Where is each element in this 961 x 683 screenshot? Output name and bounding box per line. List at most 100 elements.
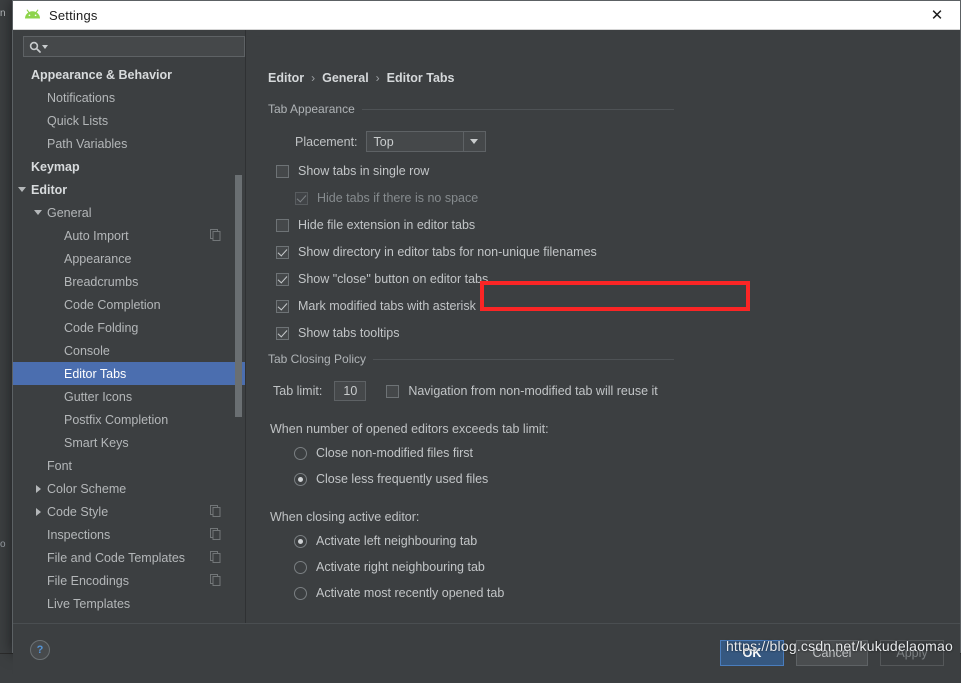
apply-button[interactable]: Apply — [880, 640, 944, 666]
sidebar-item-label: Code Folding — [64, 321, 138, 335]
checkbox-hide-file-extension-in-editor-tabs[interactable]: Hide file extension in editor tabs — [276, 218, 674, 232]
checkbox-box[interactable] — [276, 246, 289, 259]
sidebar-item-path-variables[interactable]: Path Variables — [13, 132, 245, 155]
project-settings-icon — [210, 574, 221, 586]
radio-button[interactable] — [294, 447, 307, 460]
sidebar-item-postfix-completion[interactable]: Postfix Completion — [13, 408, 245, 431]
checkbox-box[interactable] — [276, 219, 289, 232]
navigation-reuse-checkbox[interactable]: Navigation from non-modified tab will re… — [386, 384, 657, 398]
breadcrumb-part-editor-tabs: Editor Tabs — [387, 71, 455, 85]
dialog-body: Appearance & Behavior Notifications Quick … — [13, 30, 960, 623]
sidebar-item-label: File Encodings — [47, 574, 129, 588]
sidebar-item-inspections[interactable]: Inspections — [13, 523, 245, 546]
dialog-titlebar: Settings ✕ — [13, 1, 960, 30]
checkbox-box[interactable] — [276, 300, 289, 313]
radio-activate-most-recently-opened-tab[interactable]: Activate most recently opened tab — [294, 586, 674, 600]
close-icon[interactable]: ✕ — [914, 1, 960, 29]
sidebar-item-font[interactable]: Font — [13, 454, 245, 477]
checkbox-show-tabs-in-single-row[interactable]: Show tabs in single row — [276, 164, 674, 178]
checkbox-box[interactable] — [276, 327, 289, 340]
cancel-button[interactable]: Cancel — [796, 640, 868, 666]
sidebar-item-auto-import[interactable]: Auto Import — [13, 224, 245, 247]
radio-activate-right-neighbouring-tab[interactable]: Activate right neighbouring tab — [294, 560, 674, 574]
dialog-title: Settings — [49, 8, 98, 23]
sidebar-item-label: Smart Keys — [64, 436, 129, 450]
tab-limit-input[interactable] — [334, 381, 366, 401]
radio-button[interactable] — [294, 535, 307, 548]
search-icon — [29, 41, 41, 53]
checkbox-show-tabs-tooltips[interactable]: Show tabs tooltips — [276, 326, 674, 340]
chevron-down-icon[interactable] — [463, 132, 485, 151]
radio-button[interactable] — [294, 587, 307, 600]
chevron-down-icon[interactable] — [16, 178, 28, 201]
breadcrumb-part-general[interactable]: General — [322, 71, 369, 85]
navigation-reuse-checkbox-box[interactable] — [386, 385, 399, 398]
checkbox-hide-tabs-if-there-is-no-space: Hide tabs if there is no space — [295, 191, 674, 205]
sidebar-item-label: Color Scheme — [47, 482, 126, 496]
checkbox-label: Show "close" button on editor tabs — [298, 272, 488, 286]
search-dropdown-caret-icon[interactable] — [42, 45, 48, 49]
settings-tree[interactable]: Appearance & Behavior Notifications Quick … — [13, 63, 245, 623]
sidebar-item-live-templates[interactable]: Live Templates — [13, 592, 245, 615]
settings-detail-pane: Editor › General › Editor Tabs Tab Appea… — [246, 30, 960, 623]
radio-button[interactable] — [294, 561, 307, 574]
sidebar-item-smart-keys[interactable]: Smart Keys — [13, 431, 245, 454]
search-box[interactable] — [23, 36, 245, 57]
radio-button[interactable] — [294, 473, 307, 486]
radio-close-non-modified-files-first[interactable]: Close non-modified files first — [294, 446, 674, 460]
sidebar-item-label: General — [47, 206, 91, 220]
sidebar-scrollbar-thumb[interactable] — [235, 175, 242, 417]
tab-limit-row: Tab limit: Navigation from non-modified … — [273, 381, 674, 401]
checkbox-box[interactable] — [276, 165, 289, 178]
sidebar-item-code-completion[interactable]: Code Completion — [13, 293, 245, 316]
navigation-reuse-label: Navigation from non-modified tab will re… — [408, 384, 657, 398]
sidebar-item-code-style[interactable]: Code Style — [13, 500, 245, 523]
checkbox-box[interactable] — [276, 273, 289, 286]
checkbox-label: Show tabs in single row — [298, 164, 429, 178]
radio-close-less-frequently-used-files[interactable]: Close less frequently used files — [294, 472, 674, 486]
sidebar-scrollbar[interactable] — [235, 63, 242, 623]
project-settings-icon — [210, 528, 221, 540]
closing-editor-heading: When closing active editor: — [270, 510, 674, 524]
android-icon — [23, 6, 41, 24]
checkbox-show-directory-in-editor-tabs-for-non-unique-filenames[interactable]: Show directory in editor tabs for non-un… — [276, 245, 674, 259]
sidebar-item-editor[interactable]: Editor — [13, 178, 245, 201]
chevron-right-icon[interactable] — [32, 477, 44, 500]
placement-select[interactable]: Top — [366, 131, 486, 152]
help-icon[interactable]: ? — [30, 640, 50, 660]
sidebar-item-quick-lists[interactable]: Quick Lists — [13, 109, 245, 132]
chevron-down-icon[interactable] — [32, 201, 44, 224]
sidebar-item-gutter-icons[interactable]: Gutter Icons — [13, 385, 245, 408]
dialog-footer: ? OK Cancel Apply — [13, 623, 960, 683]
sidebar-item-console[interactable]: Console — [13, 339, 245, 362]
sidebar-item-appearance-behavior[interactable]: Appearance & Behavior — [13, 63, 245, 86]
sidebar-item-label: Editor — [31, 183, 67, 197]
checkbox-box — [295, 192, 308, 205]
radio-activate-left-neighbouring-tab[interactable]: Activate left neighbouring tab — [294, 534, 674, 548]
group-tab-appearance-header: Tab Appearance — [268, 102, 674, 116]
sidebar-item-notifications[interactable]: Notifications — [13, 86, 245, 109]
sidebar-item-breadcrumbs[interactable]: Breadcrumbs — [13, 270, 245, 293]
ok-button[interactable]: OK — [720, 640, 784, 666]
group-tab-appearance: Tab Appearance Placement: Top Show tabs … — [268, 102, 674, 340]
sidebar-item-file-and-code-templates[interactable]: File and Code Templates — [13, 546, 245, 569]
sidebar-item-file-encodings[interactable]: File Encodings — [13, 569, 245, 592]
sidebar-item-editor-tabs[interactable]: Editor Tabs — [13, 362, 245, 385]
sidebar-item-label: Notifications — [47, 91, 115, 105]
sidebar-item-general[interactable]: General — [13, 201, 245, 224]
checkbox-label: Mark modified tabs with asterisk — [298, 299, 476, 313]
search-input[interactable] — [53, 39, 238, 55]
sidebar-item-label: Quick Lists — [47, 114, 108, 128]
sidebar-item-code-folding[interactable]: Code Folding — [13, 316, 245, 339]
checkbox-show-close-button-on-editor-tabs[interactable]: Show "close" button on editor tabs — [276, 272, 674, 286]
breadcrumb-part-editor[interactable]: Editor — [268, 71, 304, 85]
group-tab-closing-policy-title: Tab Closing Policy — [268, 352, 366, 366]
sidebar-item-color-scheme[interactable]: Color Scheme — [13, 477, 245, 500]
sidebar-item-label: Breadcrumbs — [64, 275, 138, 289]
chevron-right-icon[interactable] — [32, 500, 44, 523]
checkbox-mark-modified-tabs-with-asterisk[interactable]: Mark modified tabs with asterisk — [276, 299, 674, 313]
radio-label: Close less frequently used files — [316, 472, 488, 486]
sidebar-item-keymap[interactable]: Keymap — [13, 155, 245, 178]
exceeds-limit-radio-group: Close non-modified files first Close less… — [268, 446, 674, 486]
sidebar-item-appearance[interactable]: Appearance — [13, 247, 245, 270]
